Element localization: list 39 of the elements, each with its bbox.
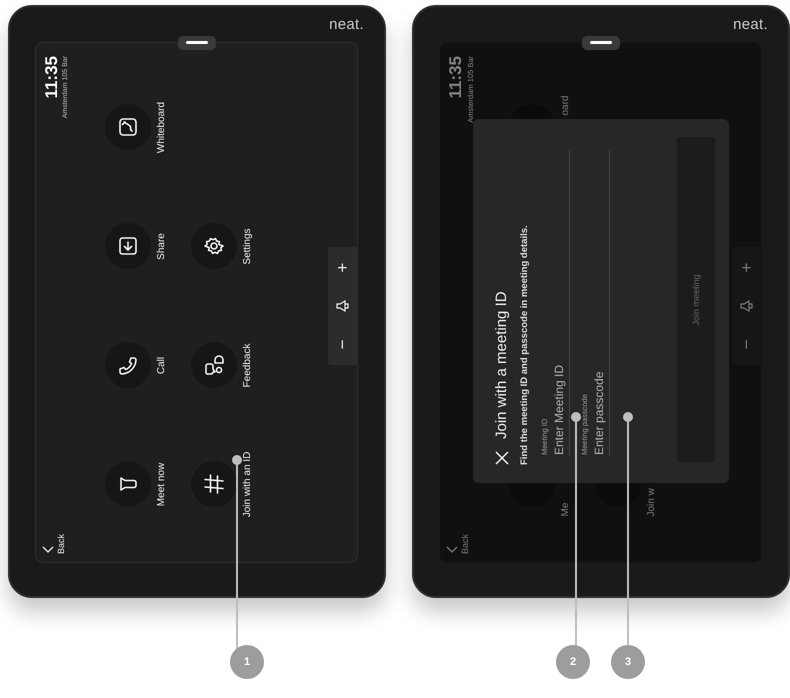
app-label: Join w <box>646 488 657 516</box>
app-label: Whiteboard <box>156 102 167 154</box>
app-label: Settings <box>242 228 253 265</box>
app-button[interactable] <box>191 342 237 388</box>
hash-icon <box>202 472 226 496</box>
clock-time: 11:35 <box>42 56 62 99</box>
brand-logo: neat. <box>329 16 364 33</box>
back-link[interactable]: Back <box>56 534 66 554</box>
dialog-title: Join with a meeting ID <box>493 291 510 439</box>
volume-up-button[interactable]: + <box>334 258 351 277</box>
app-button[interactable] <box>105 462 151 508</box>
callout-number: 3 <box>611 645 645 679</box>
app-label: Call <box>156 356 167 374</box>
app-label: oard <box>560 96 571 116</box>
text-field[interactable]: Enter Meeting ID <box>549 150 570 455</box>
volume-down-button[interactable]: − <box>738 335 755 354</box>
app-label: Feedback <box>242 344 253 388</box>
app-label: Share <box>156 233 167 260</box>
dialog-description: Find the meeting ID and passcode in meeting details. <box>519 225 530 465</box>
text-field[interactable]: Enter passcode <box>589 150 610 455</box>
app-button[interactable] <box>191 224 237 270</box>
app-label: Meet now <box>156 462 167 506</box>
volume-down-button[interactable]: − <box>334 335 351 354</box>
app-label: Join with an ID <box>242 452 253 518</box>
callout-number: 2 <box>556 645 590 679</box>
back-link[interactable]: Back <box>460 534 470 554</box>
drawer-handle[interactable] <box>582 36 620 50</box>
app-label: Me <box>560 502 571 516</box>
callout-number: 1 <box>230 645 264 679</box>
brand-logo: neat. <box>733 16 768 33</box>
app-button[interactable] <box>105 342 151 388</box>
app-button[interactable] <box>105 224 151 270</box>
app-button[interactable] <box>191 462 237 508</box>
close-icon[interactable] <box>494 451 508 465</box>
volume-up-button[interactable]: + <box>738 258 755 277</box>
speech-bubbles-icon <box>202 354 226 378</box>
clock-time: 11:35 <box>446 56 466 99</box>
app-button[interactable] <box>105 104 151 150</box>
drawer-handle[interactable] <box>178 36 216 50</box>
